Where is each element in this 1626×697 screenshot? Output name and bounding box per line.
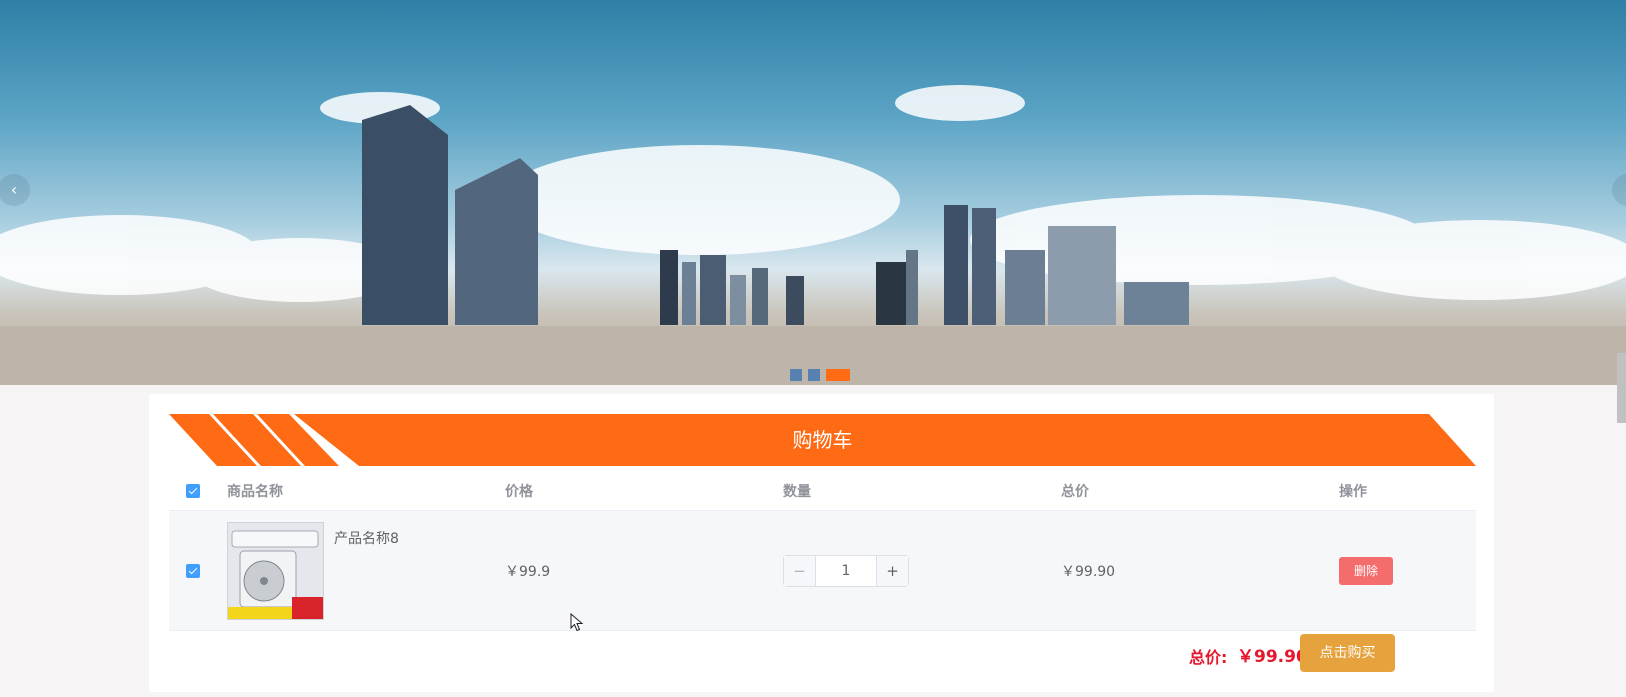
product-name: 产品名称8 (334, 530, 399, 547)
select-all-checkbox[interactable] (186, 483, 200, 498)
cart-card: 购物车 商品名称 价格 数量 总价 操作 产品名称8 ￥99.9 − 1 + ￥… (149, 394, 1494, 692)
carousel-indicator-2[interactable] (808, 369, 820, 381)
quantity-stepper: − 1 + (783, 554, 909, 587)
decrease-quantity-button[interactable]: − (784, 555, 816, 586)
product-total: ￥99.90 (1061, 563, 1116, 580)
chevron-left-icon: ‹ (10, 180, 18, 199)
buy-button[interactable]: 点击购买 (1300, 634, 1395, 672)
cart-summary: 总价: ￥99.90 (149, 634, 1494, 674)
carousel-indicators (790, 369, 850, 381)
carousel-indicator-3[interactable] (826, 369, 850, 381)
cart-header: 购物车 (169, 414, 1476, 466)
summary-label: 总价: (1189, 648, 1228, 667)
column-header-price: 价格 (505, 483, 533, 500)
column-header-name: 商品名称 (227, 483, 283, 500)
product-image[interactable] (227, 521, 324, 620)
product-price: ￥99.9 (505, 563, 551, 580)
column-header-total: 总价 (1061, 483, 1089, 500)
increase-quantity-button[interactable]: + (876, 555, 908, 586)
carousel-indicator-1[interactable] (790, 369, 802, 381)
city-skyline-image (0, 85, 1626, 385)
cart-title: 购物车 (792, 428, 853, 452)
table-header: 商品名称 价格 数量 总价 操作 (169, 471, 1476, 511)
quantity-input[interactable]: 1 (816, 556, 876, 586)
page-scrollbar[interactable] (1617, 353, 1626, 423)
banner-carousel: ‹ › (0, 0, 1626, 385)
column-header-qty: 数量 (783, 483, 811, 500)
product-cell: 产品名称8 (227, 521, 505, 620)
cart-table: 商品名称 价格 数量 总价 操作 产品名称8 ￥99.9 − 1 + ￥99.9… (169, 471, 1476, 631)
table-row: 产品名称8 ￥99.9 − 1 + ￥99.90 删除 (169, 511, 1476, 631)
delete-button[interactable]: 删除 (1339, 556, 1393, 585)
mouse-cursor-icon (570, 613, 584, 632)
summary-total: ￥99.90 (1237, 647, 1308, 667)
row-checkbox[interactable] (186, 563, 200, 578)
column-header-op: 操作 (1339, 483, 1367, 500)
